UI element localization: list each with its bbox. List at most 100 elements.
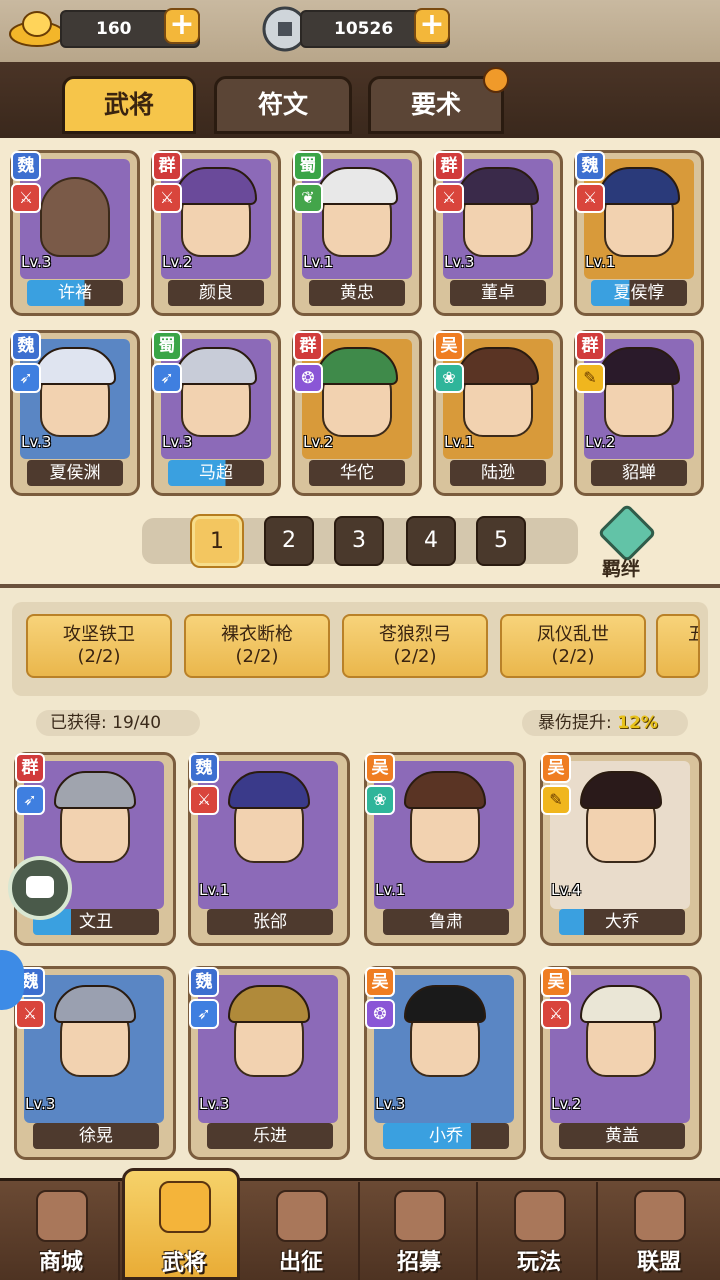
- faction-badge: 蜀: [293, 151, 323, 181]
- collection-card[interactable]: 魏 ➶ Lv.3 乐进: [188, 966, 350, 1160]
- bond-name: 攻坚铁卫: [63, 624, 135, 645]
- notification-badge-icon: [483, 67, 509, 93]
- nav-label: 招募: [396, 1250, 441, 1275]
- tab-generals[interactable]: 武将: [62, 76, 196, 134]
- collection-card[interactable]: 吴 ❂ Lv.3 小乔: [364, 966, 526, 1160]
- faction-badge: 吴: [541, 967, 571, 997]
- collection-card[interactable]: 魏 ⚔ Lv.3 徐晃: [14, 966, 176, 1160]
- bond-count: (2/2): [77, 646, 121, 667]
- add-ingot-button[interactable]: +: [164, 8, 200, 44]
- faction-badge: 魏: [189, 967, 219, 997]
- nav-label: 商城: [38, 1250, 83, 1275]
- gold-ingot-icon: [9, 11, 65, 47]
- hero-name: 陆逊: [450, 460, 546, 486]
- bond-name: 凤仪乱世: [537, 624, 609, 645]
- hero-name: 夏侯渊: [27, 460, 123, 486]
- nav-generals[interactable]: 武将: [122, 1168, 240, 1280]
- hero-name: 颜良: [168, 280, 264, 306]
- hero-card[interactable]: 吴 ❀ Lv.1 陆逊: [433, 330, 563, 496]
- hero-card[interactable]: 蜀 ❦ Lv.1 黄忠: [292, 150, 422, 316]
- hero-level: Lv.1: [199, 881, 230, 899]
- scroll-icon: [394, 1190, 446, 1242]
- collection-card[interactable]: 吴 ❀ Lv.1 鲁肃: [364, 752, 526, 946]
- bond-chip[interactable]: 裸衣断枪 (2/2): [184, 614, 330, 678]
- hero-name: 张郃: [207, 909, 333, 935]
- faction-badge: 群: [575, 331, 605, 361]
- nav-label: 联盟: [636, 1250, 681, 1275]
- chat-bubble-icon: [26, 876, 54, 898]
- collection-card[interactable]: 吴 ✎ Lv.4 大乔: [540, 752, 702, 946]
- hero-card[interactable]: 群 ✎ Lv.2 貂蝉: [574, 330, 704, 496]
- leaf-class-icon: ❦: [293, 183, 323, 213]
- crit-bonus: 暴伤提升: 12%: [522, 710, 688, 736]
- hero-level: Lv.1: [444, 433, 475, 451]
- bond-count: (2/2): [393, 646, 437, 667]
- tab-arts[interactable]: 要术: [368, 67, 509, 134]
- bond-button[interactable]: 羁绊: [597, 503, 658, 580]
- hero-level: Lv.2: [162, 253, 193, 271]
- tab-runes[interactable]: 符文: [214, 76, 352, 134]
- page-button-3[interactable]: 3: [334, 516, 384, 566]
- pavilion-icon: [514, 1190, 566, 1242]
- hero-level: Lv.1: [585, 253, 616, 271]
- faction-badge: 吴: [365, 967, 395, 997]
- hero-card[interactable]: 蜀 ➶ Lv.3 马超: [151, 330, 281, 496]
- swirl-class-icon: ❂: [293, 363, 323, 393]
- ingot-amount: 160: [96, 19, 132, 39]
- nav-shop[interactable]: 商城: [2, 1182, 120, 1280]
- hero-name: 貂蝉: [591, 460, 687, 486]
- hero-name: 黄盖: [559, 1123, 685, 1149]
- hero-card[interactable]: 群 ❂ Lv.2 华佗: [292, 330, 422, 496]
- page-button-4[interactable]: 4: [406, 516, 456, 566]
- nav-label: 武将: [161, 1251, 206, 1276]
- heal-class-icon: ❀: [434, 363, 464, 393]
- bond-chip[interactable]: 凤仪乱世 (2/2): [500, 614, 646, 678]
- spear-class-icon: ➶: [152, 363, 182, 393]
- axe-class-icon: ⚔: [15, 999, 45, 1029]
- hero-name: 华佗: [309, 460, 405, 486]
- bond-count: (2/2): [235, 646, 279, 667]
- nav-recruit[interactable]: 招募: [360, 1182, 478, 1280]
- hero-name: 小乔: [383, 1123, 509, 1149]
- hero-card[interactable]: 魏 ⚔ Lv.1 夏侯惇: [574, 150, 704, 316]
- page-button-2[interactable]: 2: [264, 516, 314, 566]
- hero-card[interactable]: 群 ⚔ Lv.2 颜良: [151, 150, 281, 316]
- bond-chip[interactable]: 攻坚铁卫 (2/2): [26, 614, 172, 678]
- hero-card[interactable]: 魏 ➶ Lv.3 夏侯渊: [10, 330, 140, 496]
- sword-class-icon: ⚔: [189, 785, 219, 815]
- hero-level: Lv.3: [444, 253, 475, 271]
- sword-class-icon: ⚔: [152, 183, 182, 213]
- bond-button-label: 羁绊: [602, 558, 641, 580]
- hero-level: Lv.3: [375, 1095, 406, 1113]
- hero-level: Lv.1: [303, 253, 334, 271]
- hero-card[interactable]: 群 ⚔ Lv.3 董卓: [433, 150, 563, 316]
- hero-level: Lv.3: [25, 1095, 56, 1113]
- hero-name: 鲁肃: [383, 909, 509, 935]
- hero-name: 夏侯惇: [591, 280, 687, 306]
- nav-alliance[interactable]: 联盟: [600, 1182, 718, 1280]
- collection-card[interactable]: 魏 ⚔ Lv.1 张郃: [188, 752, 350, 946]
- hero-level: Lv.4: [551, 881, 582, 899]
- axe-class-icon: ⚔: [541, 999, 571, 1029]
- brush-class-icon: ✎: [541, 785, 571, 815]
- hero-name: 乐进: [207, 1123, 333, 1149]
- bond-chip[interactable]: 五: [656, 614, 700, 678]
- crit-bonus-value: 12%: [617, 713, 658, 733]
- chat-button[interactable]: [8, 856, 72, 920]
- nav-modes[interactable]: 玩法: [480, 1182, 598, 1280]
- faction-badge: 魏: [11, 151, 41, 181]
- page-button-1[interactable]: 1: [192, 516, 242, 566]
- sword-class-icon: ⚔: [434, 183, 464, 213]
- hero-name: 许褚: [27, 280, 123, 306]
- add-coin-button[interactable]: +: [414, 8, 450, 44]
- bond-chip[interactable]: 苍狼烈弓 (2/2): [342, 614, 488, 678]
- nav-expedition[interactable]: 出征: [242, 1182, 360, 1280]
- coin-amount: 10526: [334, 19, 394, 39]
- bond-name: 苍狼烈弓: [379, 624, 451, 645]
- page-button-5[interactable]: 5: [476, 516, 526, 566]
- faction-badge: 魏: [189, 753, 219, 783]
- collection-card[interactable]: 吴 ⚔ Lv.2 黄盖: [540, 966, 702, 1160]
- hero-card[interactable]: 魏 ⚔ Lv.3 许褚: [10, 150, 140, 316]
- spear-class-icon: ➶: [11, 363, 41, 393]
- hero-name: 徐晃: [33, 1123, 159, 1149]
